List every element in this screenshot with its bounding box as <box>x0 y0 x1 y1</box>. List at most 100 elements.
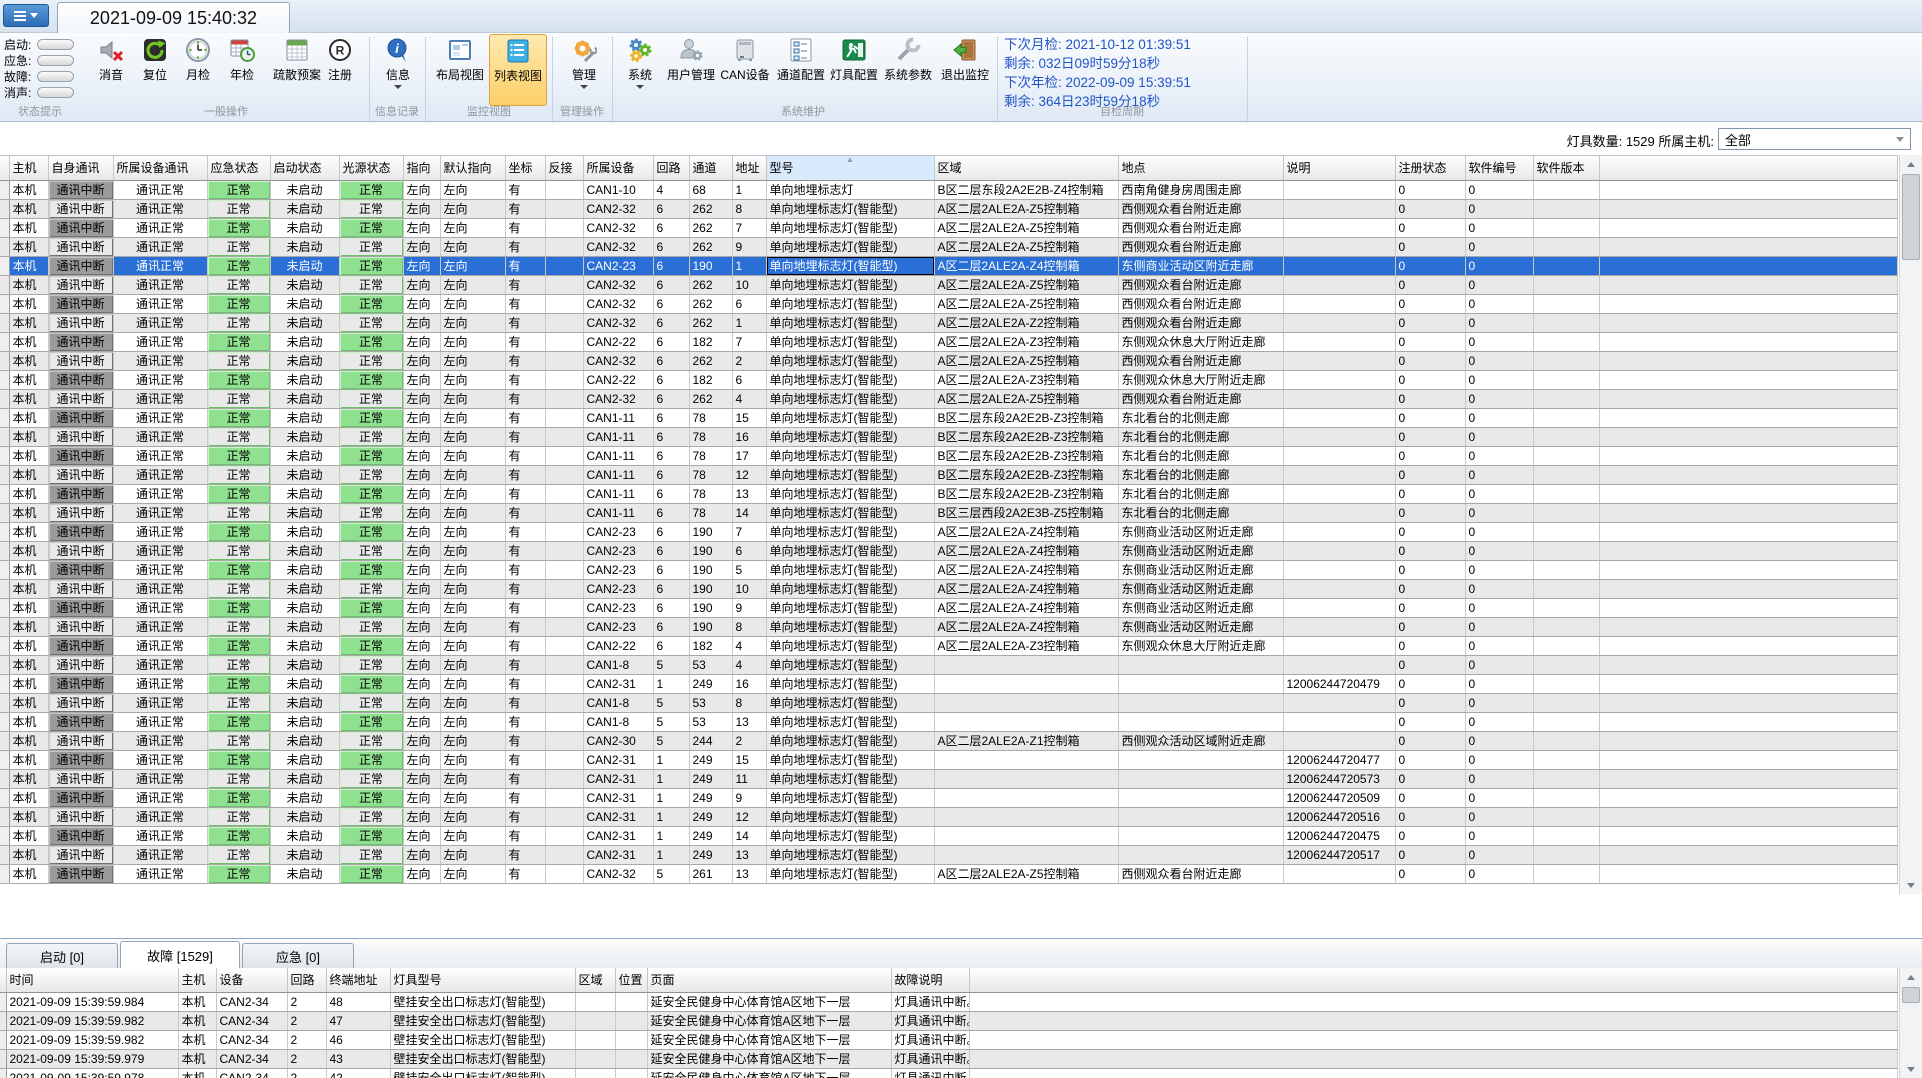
default-direction-cell[interactable]: 左向 <box>440 769 506 789</box>
area-cell[interactable] <box>934 655 1119 675</box>
host-cell[interactable]: 本机 <box>9 617 49 637</box>
table-row[interactable]: 本机 通讯中断 通讯正常 正常 未启动 正常 左向 左向有 CAN2-31 1 249 12 单向地埋标… <box>0 807 1898 827</box>
startup-status-cell[interactable]: 未启动 <box>270 313 340 333</box>
software-no-cell[interactable]: 0 <box>1465 389 1534 409</box>
reverse-cell[interactable] <box>545 294 584 314</box>
software-version-cell[interactable] <box>1533 218 1600 238</box>
address-cell[interactable]: 14 <box>732 503 767 523</box>
fault-cell[interactable]: 延安全民健身中心体育馆A区地下一层 <box>647 1068 892 1078</box>
channel-cell[interactable]: 78 <box>689 503 733 523</box>
host-cell[interactable]: 本机 <box>9 446 49 466</box>
area-cell[interactable] <box>934 807 1119 827</box>
location-cell[interactable]: 西侧观众看台附近走廊 <box>1118 389 1284 409</box>
direction-cell[interactable]: 左向 <box>403 712 441 732</box>
direction-cell[interactable]: 左向 <box>403 332 441 352</box>
location-cell[interactable]: 东北看台的北侧走廊 <box>1118 427 1284 447</box>
table-row[interactable]: 本机 通讯中断 通讯正常 正常 未启动 正常 左向 左向有 CAN1-11 6 78 14 单向地埋标志… <box>0 503 1898 523</box>
software-version-cell[interactable] <box>1533 826 1600 846</box>
note-cell[interactable] <box>1283 636 1396 656</box>
address-cell[interactable]: 10 <box>732 579 767 599</box>
startup-status-cell[interactable]: 未启动 <box>270 465 340 485</box>
tab-fault[interactable]: 故障 [1529] <box>120 941 240 969</box>
device-cell[interactable]: CAN2-32 <box>583 237 654 257</box>
location-cell[interactable] <box>1118 712 1284 732</box>
emergency-status-cell[interactable]: 正常 <box>207 275 271 295</box>
reverse-cell[interactable] <box>545 370 584 390</box>
row-header[interactable] <box>0 294 10 314</box>
table-row[interactable]: 本机 通讯中断 通讯正常 正常 未启动 正常 左向 左向有 CAN1-11 6 78 13 单向地埋标志… <box>0 484 1898 504</box>
location-cell[interactable]: 东北看台的北侧走廊 <box>1118 408 1284 428</box>
loop-cell[interactable]: 6 <box>653 199 690 219</box>
default-direction-cell[interactable]: 左向 <box>440 579 506 599</box>
address-cell[interactable]: 13 <box>732 484 767 504</box>
device-cell[interactable]: CAN1-11 <box>583 503 654 523</box>
row-header[interactable] <box>0 427 10 447</box>
area-cell[interactable]: A区二层2ALE2A-Z4控制箱 <box>934 617 1119 637</box>
row-header[interactable] <box>0 788 10 808</box>
table-row[interactable]: 本机 通讯中断 通讯正常 正常 未启动 正常 左向 左向有 CAN2-23 6 190 5 单向地埋标志… <box>0 560 1898 580</box>
self-comm-cell[interactable]: 通讯中断 <box>48 541 114 561</box>
fault-cell[interactable]: 48 <box>326 992 391 1012</box>
light-status-cell[interactable]: 正常 <box>339 408 404 428</box>
address-cell[interactable]: 8 <box>732 617 767 637</box>
default-direction-cell[interactable]: 左向 <box>440 237 506 257</box>
fault-cell[interactable] <box>575 1068 616 1078</box>
coordinate-cell[interactable]: 有 <box>505 579 546 599</box>
software-no-cell[interactable]: 0 <box>1465 332 1534 352</box>
direction-cell[interactable]: 左向 <box>403 275 441 295</box>
light-status-cell[interactable]: 正常 <box>339 275 404 295</box>
device-comm-cell[interactable]: 通讯正常 <box>113 541 208 561</box>
register-status-cell[interactable]: 0 <box>1395 503 1466 523</box>
channel-cell[interactable]: 262 <box>689 294 733 314</box>
register-status-cell[interactable]: 0 <box>1395 218 1466 238</box>
startup-status-cell[interactable]: 未启动 <box>270 370 340 390</box>
area-cell[interactable]: B区二层东段2A2E2B-Z4控制箱 <box>934 180 1119 200</box>
location-cell[interactable]: 东侧商业活动区附近走廊 <box>1118 522 1284 542</box>
location-cell[interactable]: 东北看台的北侧走廊 <box>1118 465 1284 485</box>
device-comm-cell[interactable]: 通讯正常 <box>113 864 208 884</box>
device-cell[interactable]: CAN2-32 <box>583 864 654 884</box>
light-status-cell[interactable]: 正常 <box>339 560 404 580</box>
host-cell[interactable]: 本机 <box>9 294 49 314</box>
host-cell[interactable]: 本机 <box>9 313 49 333</box>
software-version-cell[interactable] <box>1533 674 1600 694</box>
self-comm-cell[interactable]: 通讯中断 <box>48 769 114 789</box>
area-cell[interactable]: A区二层2ALE2A-Z4控制箱 <box>934 560 1119 580</box>
emergency-status-cell[interactable]: 正常 <box>207 636 271 656</box>
address-cell[interactable]: 6 <box>732 294 767 314</box>
channel-cell[interactable]: 190 <box>689 598 733 618</box>
software-version-cell[interactable] <box>1533 560 1600 580</box>
device-comm-cell[interactable]: 通讯正常 <box>113 465 208 485</box>
self-comm-cell[interactable]: 通讯中断 <box>48 408 114 428</box>
device-comm-cell[interactable]: 通讯正常 <box>113 845 208 865</box>
reverse-cell[interactable] <box>545 807 584 827</box>
register-status-cell[interactable]: 0 <box>1395 256 1466 276</box>
device-comm-cell[interactable]: 通讯正常 <box>113 180 208 200</box>
emergency-status-cell[interactable]: 正常 <box>207 465 271 485</box>
software-no-cell[interactable]: 0 <box>1465 218 1534 238</box>
location-cell[interactable] <box>1118 693 1284 713</box>
software-no-cell[interactable]: 0 <box>1465 712 1534 732</box>
address-cell[interactable]: 10 <box>732 275 767 295</box>
reverse-cell[interactable] <box>545 845 584 865</box>
register-status-cell[interactable]: 0 <box>1395 655 1466 675</box>
software-version-cell[interactable] <box>1533 807 1600 827</box>
area-cell[interactable]: A区二层2ALE2A-Z4控制箱 <box>934 522 1119 542</box>
default-direction-cell[interactable]: 左向 <box>440 313 506 333</box>
software-version-cell[interactable] <box>1533 579 1600 599</box>
fault-cell[interactable]: 本机 <box>178 1011 217 1031</box>
channel-cell[interactable]: 53 <box>689 693 733 713</box>
table-row[interactable]: 本机 通讯中断 通讯正常 正常 未启动 正常 左向 左向有 CAN2-32 6 262 10 单向地埋标… <box>0 275 1898 295</box>
self-comm-cell[interactable]: 通讯中断 <box>48 503 114 523</box>
light-status-cell[interactable]: 正常 <box>339 522 404 542</box>
area-cell[interactable]: A区二层2ALE2A-Z5控制箱 <box>934 199 1119 219</box>
column-header[interactable]: 通道 <box>689 156 733 181</box>
register-status-cell[interactable]: 0 <box>1395 370 1466 390</box>
coordinate-cell[interactable]: 有 <box>505 845 546 865</box>
light-status-cell[interactable]: 正常 <box>339 465 404 485</box>
table-row[interactable]: 本机 通讯中断 通讯正常 正常 未启动 正常 左向 左向有 CAN1-8 5 53 4 单向地埋标志灯(… <box>0 655 1898 675</box>
fault-cell[interactable]: 2 <box>287 1049 327 1069</box>
model-cell[interactable]: 单向地埋标志灯(智能型) <box>766 636 935 656</box>
device-cell[interactable]: CAN2-30 <box>583 731 654 751</box>
can-device-button[interactable]: CAN设备 <box>714 34 776 120</box>
